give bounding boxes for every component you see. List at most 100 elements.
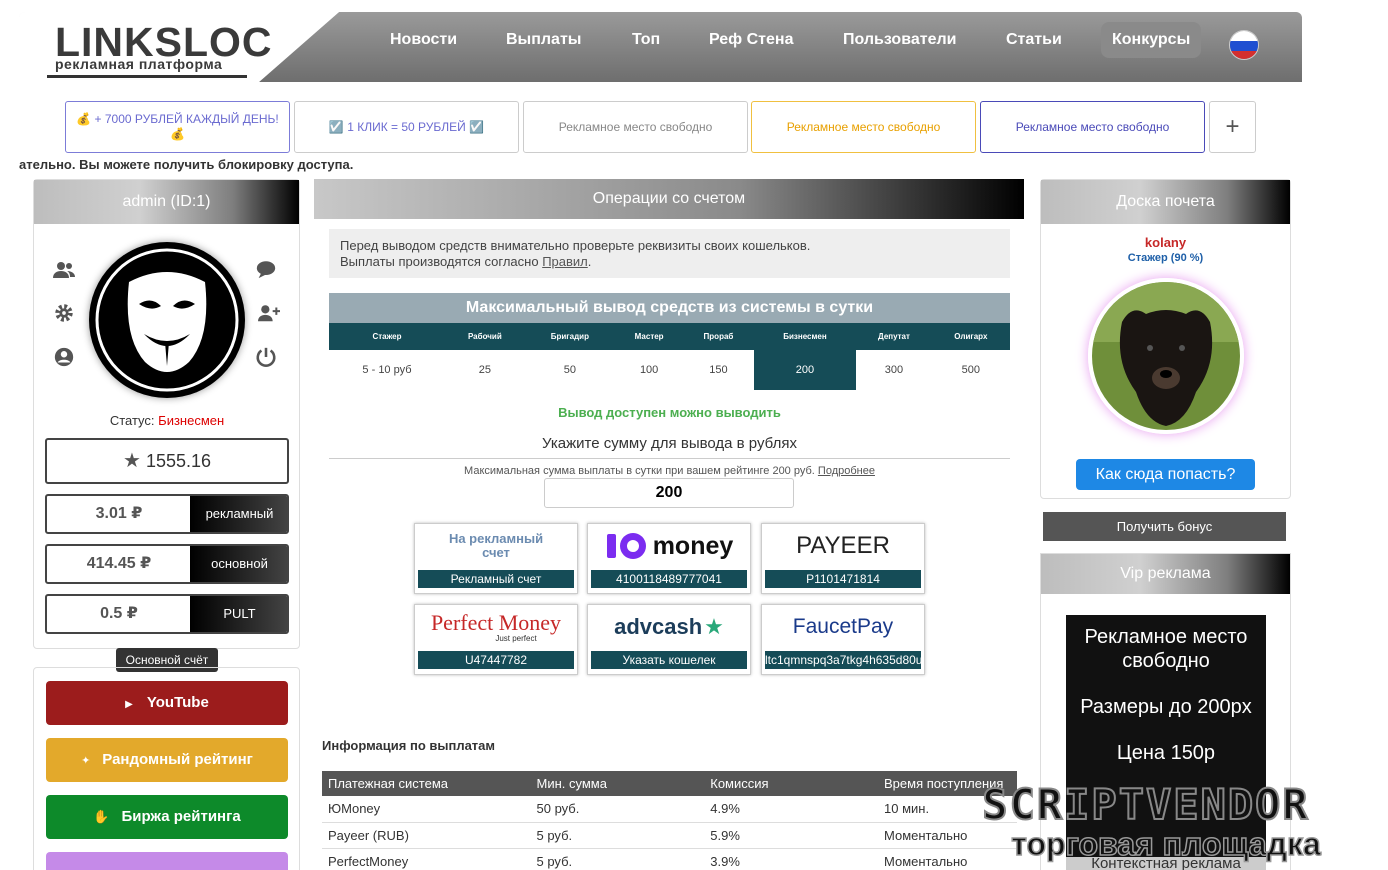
rank-header: Депутат [856,323,932,350]
nav-top[interactable]: Топ [621,22,671,58]
banner-one-click[interactable]: ☑️ 1 КЛИК = 50 РУБЛЕЙ ☑️ [294,101,519,153]
pay-option-payeer[interactable]: PAYEER P1101471814 [761,523,925,594]
banner-free-2[interactable]: Рекламное место свободно [751,101,976,153]
status-line: Статус: Бизнесмен [34,413,300,428]
rules-link[interactable]: Правил [542,254,588,269]
payeer-label: P1101471814 [765,570,921,588]
rank-limit-row: 5 - 10 руб 25 50 100 150 200 300 500 [329,350,1010,390]
balance-advertising[interactable]: 3.01 ₽ рекламный [45,494,289,534]
yoomoney-logo: money [588,524,750,568]
table-row: PerfectMoney 5 руб. 3.9% Моментально [322,848,1017,870]
nav-payouts[interactable]: Выплаты [495,22,592,58]
balance-main-tag: основной [190,546,287,582]
max-note: Максимальная сумма выплаты в сутки при в… [329,465,1010,477]
nav-ref-wall[interactable]: Реф Стена [698,22,804,58]
faucetpay-label: ltc1qmnspq3a7tkg4h635d80u [765,651,921,669]
balance-pult-tag: PULT [190,596,287,632]
rating-box: ★ 1555.16 [45,438,289,484]
amount-input[interactable]: 200 [544,478,794,508]
banner-free-1[interactable]: Рекламное место свободно [523,101,748,153]
table-cell: PerfectMoney [322,848,531,870]
gear-icon[interactable] [52,302,76,326]
rank-header: Бизнесмен [753,323,857,350]
details-link[interactable]: Подробнее [818,465,875,477]
max-withdraw-title: Максимальный вывод средств из системы в … [329,293,1010,323]
chat-icon[interactable] [254,258,278,282]
rank-limit: 25 [444,350,525,390]
column-header: Комиссия [704,771,878,796]
balance-pult-value: 0.5 ₽ [100,605,138,622]
pay-option-yoomoney[interactable]: money 4100118489777041 [587,523,751,594]
notice-line-2-text: Выплаты производятся согласно [340,254,539,269]
table-cell: 5 руб. [530,822,705,849]
table-cell: Payeer (RUB) [322,822,531,849]
russian-flag-icon[interactable] [1229,30,1259,60]
rank-header: Прораб [683,323,754,350]
payout-info-table: Платежная система Мин. сумма Комиссия Вр… [322,771,1017,870]
users-icon[interactable] [52,258,76,282]
pay-option-perfect-money[interactable]: Perfect Money Just perfect U47447782 [414,604,578,675]
menu-button-partial[interactable] [46,852,288,870]
youtube-button[interactable]: ▶ YouTube [46,681,288,725]
rank-limit: 500 [931,350,1010,390]
balance-main[interactable]: 414.45 ₽ основной [45,544,289,584]
table-cell: 50 руб. [530,796,705,823]
max-note-text: Максимальная сумма выплаты в сутки при в… [464,465,815,477]
table-cell: 3.9% [704,848,878,870]
table-cell: 5.9% [704,822,878,849]
balance-pult[interactable]: 0.5 ₽ PULT [45,594,289,634]
perfect-money-label: U47447782 [418,651,574,669]
notice-line-1: Перед выводом средств внимательно провер… [340,238,811,253]
balance-main-value: 414.45 ₽ [86,555,152,572]
rank-header-row: Стажер Рабочий Бригадир Мастер Прораб Би… [329,323,1010,350]
advcash-star-icon: ★ [704,614,724,639]
rank-limit: 50 [524,350,615,390]
power-icon[interactable] [254,346,278,370]
rank-limit: 100 [614,350,684,390]
table-cell: 4.9% [704,796,878,823]
rank-limit: 5 - 10 руб [329,350,445,390]
table-cell: ЮMoney [322,796,531,823]
pay-option-advcash[interactable]: advcash ★ Указать кошелек [587,604,751,675]
how-to-get-here-button[interactable]: Как сюда попасть? [1076,459,1255,490]
banner-7000[interactable]: 💰 + 7000 РУБЛЕЙ КАЖДЫЙ ДЕНЬ! 💰 [65,101,290,153]
honor-user[interactable]: kolany [1041,235,1290,250]
balance-advertising-value: 3.01 ₽ [95,505,143,522]
pay-option-ad-account[interactable]: На рекламный счет Рекламный счет [414,523,578,594]
honor-rank: Стажер (90 %) [1127,252,1204,264]
vip-ad-title: Vip реклама [1041,554,1290,594]
random-rating-button[interactable]: ✦ Рандомный рейтинг [46,738,288,782]
account-icon[interactable] [52,346,76,370]
table-header-row: Платежная система Мин. сумма Комиссия Вр… [322,771,1017,796]
column-header: Мин. сумма [530,771,705,796]
banner-free-3[interactable]: Рекламное место свободно [980,101,1205,153]
rank-header: Олигарх [931,323,1010,350]
balance-advertising-tag: рекламный [190,496,287,532]
avatar [89,242,245,398]
withdraw-available-text: Вывод доступен можно выводить [558,405,781,420]
nav-articles[interactable]: Статьи [995,22,1073,58]
rank-header: Стажер [329,323,445,350]
add-banner-button[interactable]: + [1209,101,1256,153]
ad-account-logo: На рекламный счет [448,531,544,560]
rating-exchange-button[interactable]: ✋ Биржа рейтинга [46,795,288,839]
watermark-line-1: SCRIPTVENDOR [981,779,1310,830]
rating-value: 1555.16 [145,451,212,471]
add-user-icon[interactable] [256,302,280,326]
nav-contests[interactable]: Конкурсы [1101,22,1202,58]
pay-option-faucetpay[interactable]: FaucetPay ltc1qmnspq3a7tkg4h635d80u [761,604,925,675]
logo-underline [47,75,247,78]
vip-line-2: Размеры до 200px [1080,696,1252,718]
table-row: ЮMoney 50 руб. 4.9% 10 мин. [322,796,1017,823]
rank-limit-current: 200 [753,350,857,390]
status-value: Бизнесмен [158,413,225,428]
column-header: Платежная система [322,771,531,796]
nav-news[interactable]: Новости [379,22,468,58]
vip-line-3: Цена 150р [1116,742,1216,764]
withdraw-notice: Перед выводом средств внимательно провер… [329,229,1010,278]
payeer-logo: PAYEER [796,532,890,559]
watermark-line-2: торговая площадка [1011,825,1322,863]
nav-users[interactable]: Пользователи [832,22,967,58]
get-bonus-button[interactable]: Получить бонус [1043,512,1286,541]
ad-account-label: Рекламный счет [418,570,574,588]
